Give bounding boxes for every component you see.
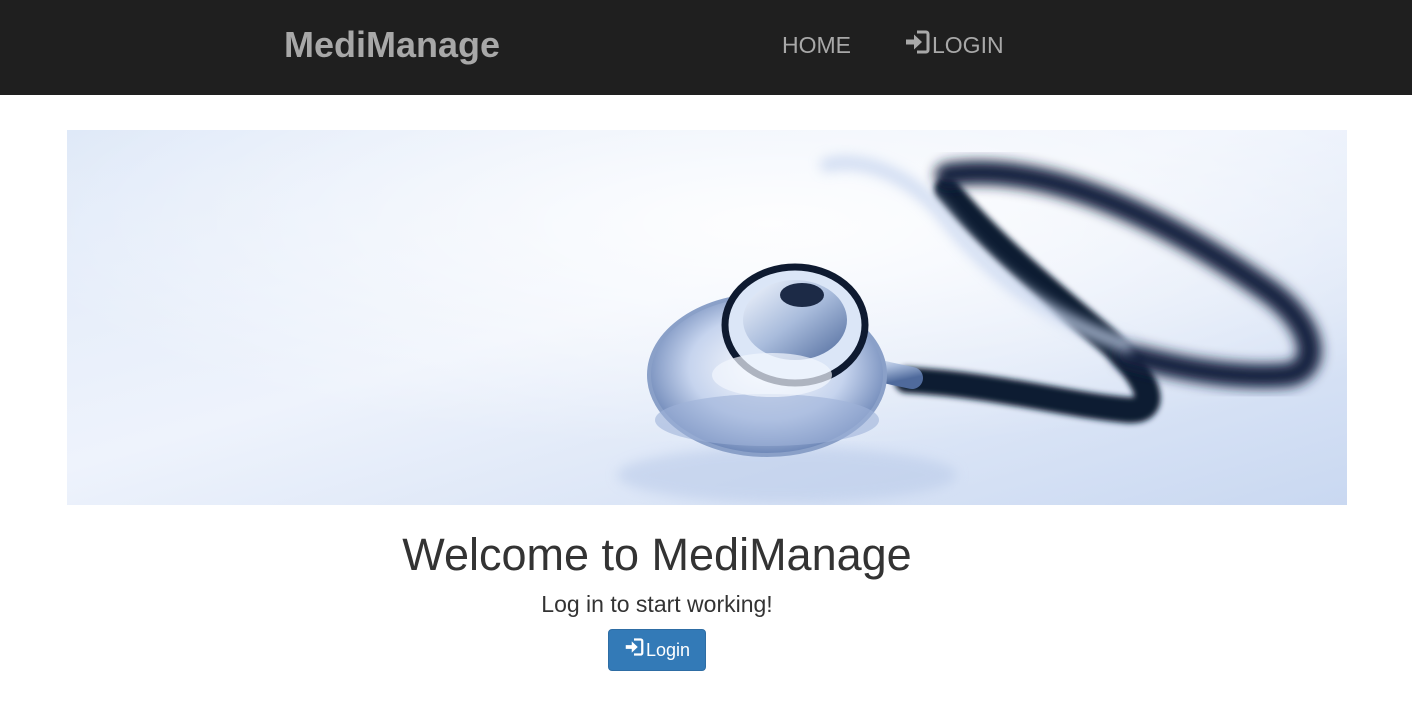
login-button[interactable]: Login: [608, 629, 706, 671]
nav-home-label: HOME: [782, 32, 851, 58]
nav-login-link[interactable]: LOGIN: [904, 30, 1004, 60]
stethoscope-illustration: [67, 130, 1347, 505]
nav-login-label: LOGIN: [932, 32, 1004, 58]
login-button-label: Login: [645, 640, 691, 660]
login-prompt-text: Log in to start working!: [541, 591, 773, 617]
hero-banner-image: [67, 130, 1347, 505]
top-navbar: MediManage HOME LOGIN: [0, 0, 1412, 95]
brand-logo[interactable]: MediManage: [284, 24, 500, 66]
welcome-heading: Welcome to MediManage: [402, 529, 912, 580]
log-in-icon: [904, 30, 932, 60]
nav-home-link[interactable]: HOME: [782, 30, 851, 60]
log-in-icon: [624, 630, 646, 670]
